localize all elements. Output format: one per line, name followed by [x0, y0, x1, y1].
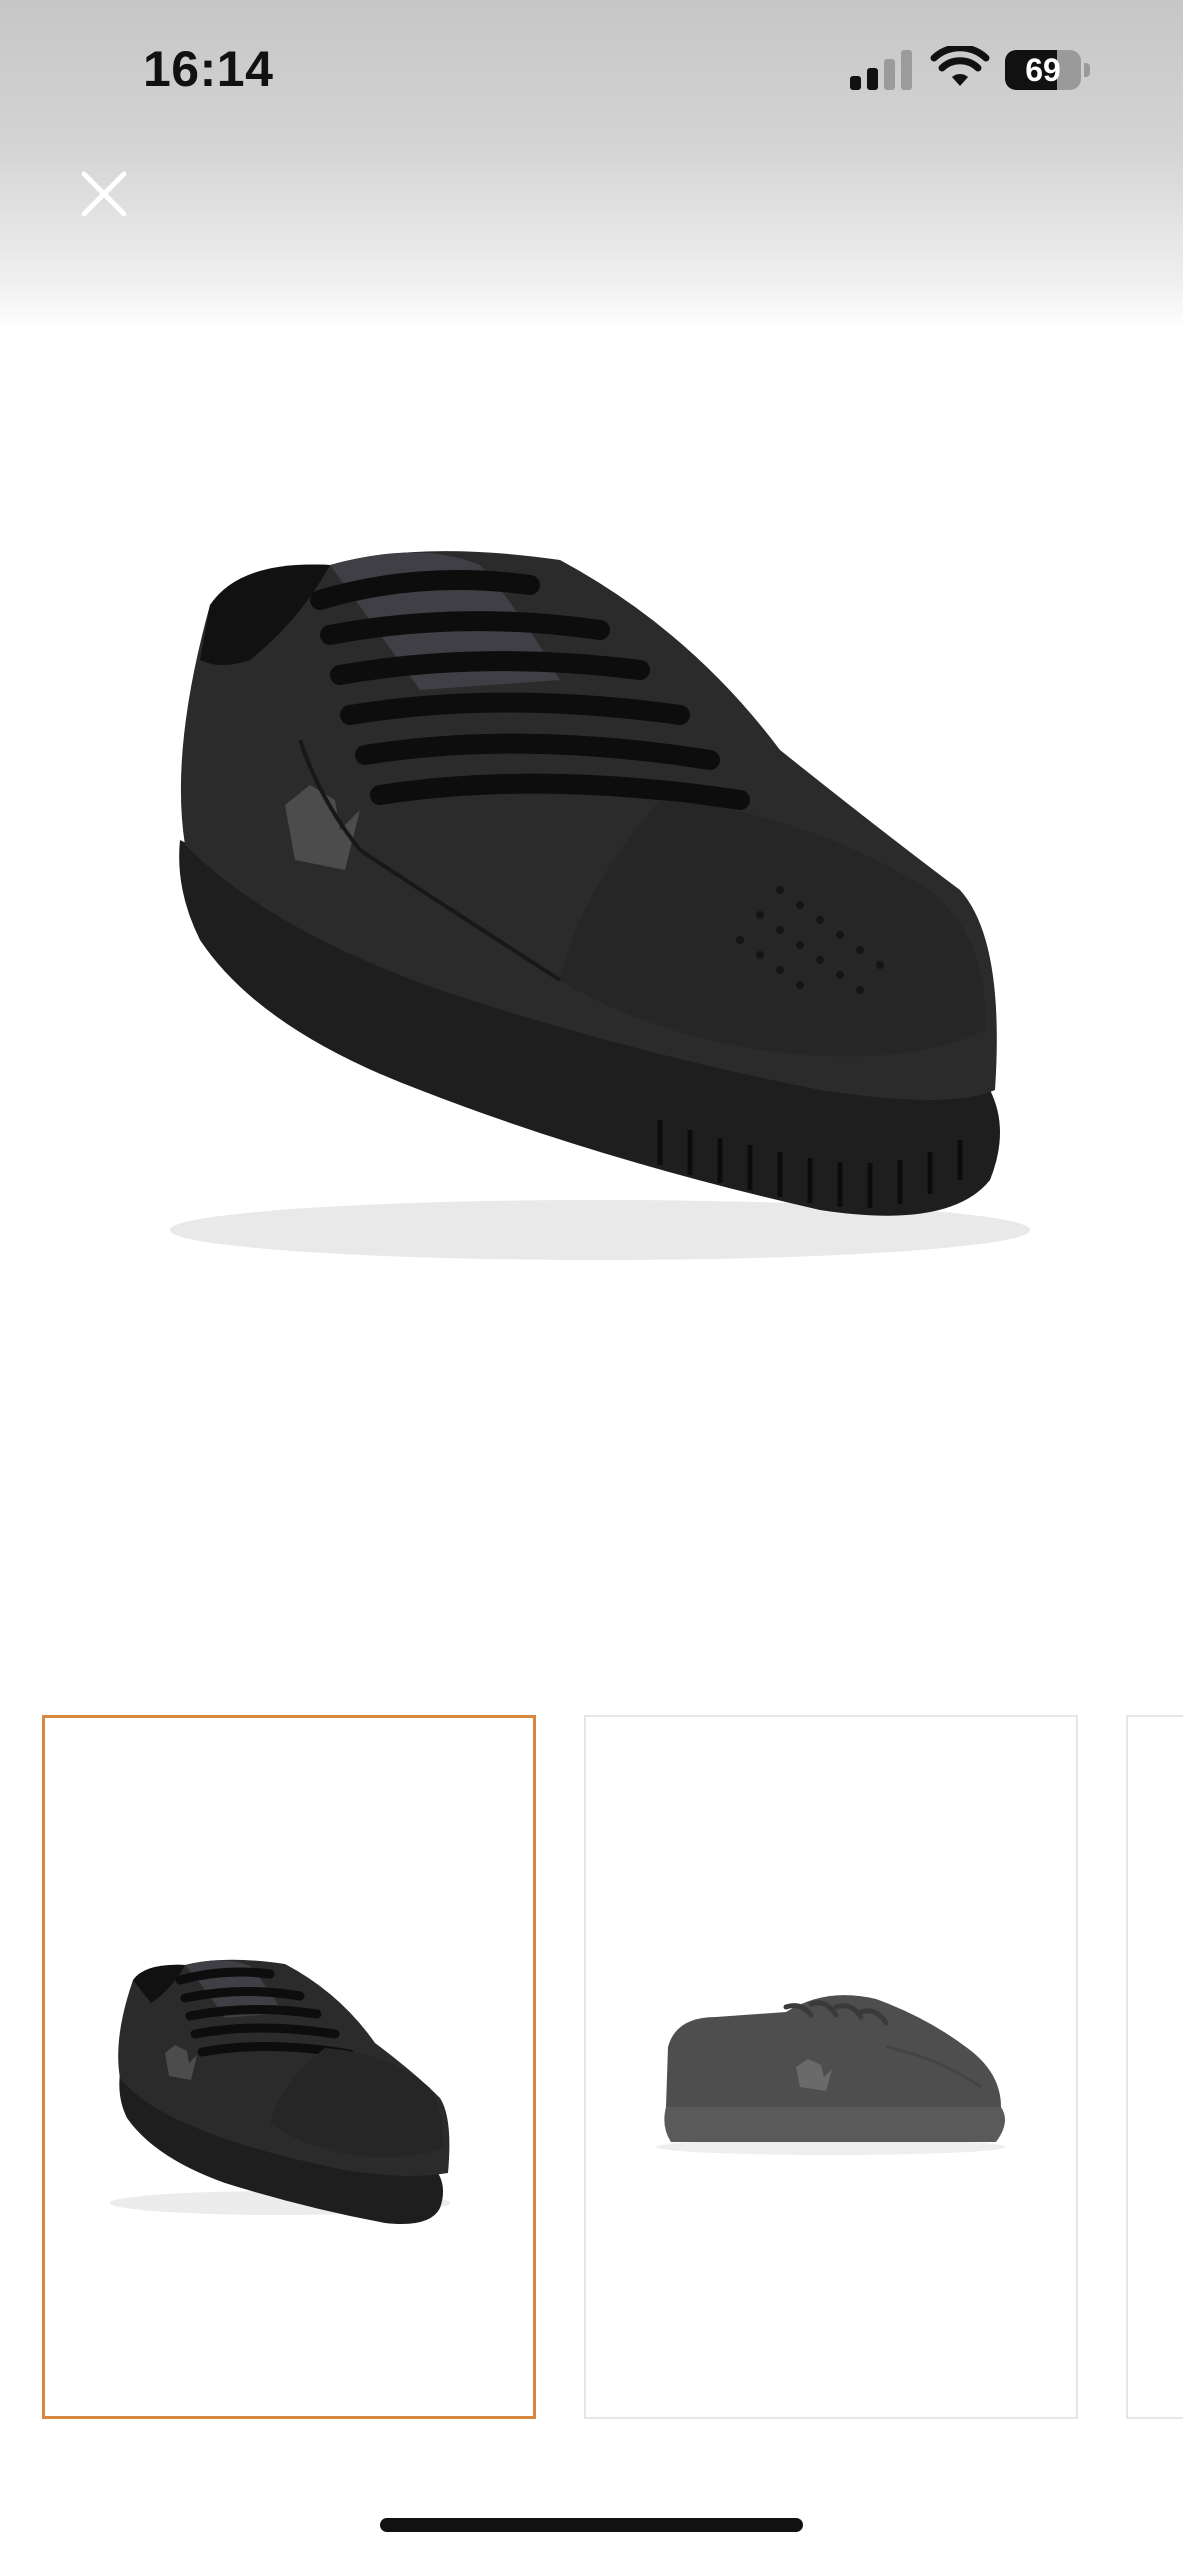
thumbnail-3[interactable]	[1126, 1715, 1183, 2419]
main-product-image[interactable]	[0, 330, 1183, 1670]
black-sneaker-front-view	[110, 1959, 450, 2224]
sneaker-partial-view	[1128, 1717, 1183, 2417]
thumbnail-2[interactable]	[584, 1715, 1078, 2419]
battery-body: 69	[1005, 50, 1081, 90]
battery-cap	[1084, 63, 1090, 77]
thumbnail-strip[interactable]	[0, 1715, 1183, 2425]
wifi-icon	[930, 46, 990, 86]
battery-icon: 69	[1005, 50, 1093, 90]
cellular-signal-icon	[850, 50, 912, 90]
black-sneaker-side-view	[656, 1995, 1006, 2155]
status-time: 16:14	[143, 41, 274, 97]
thumbnail-1[interactable]	[42, 1715, 536, 2419]
close-icon[interactable]	[70, 160, 138, 228]
battery-level: 69	[1025, 52, 1061, 88]
home-indicator[interactable]	[380, 2518, 803, 2532]
black-sneaker-front-view	[170, 551, 1030, 1260]
status-bar: 16:14 69	[0, 0, 1183, 330]
